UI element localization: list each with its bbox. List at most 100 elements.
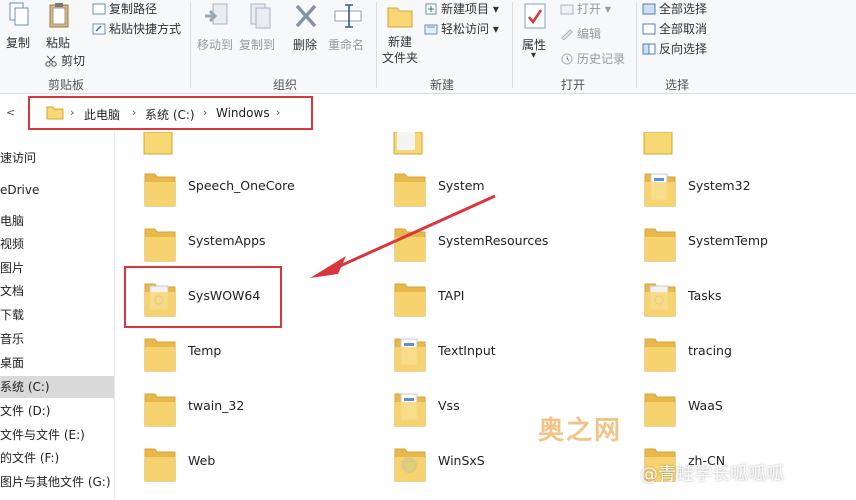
folder-item[interactable]: Tasks xyxy=(643,278,856,326)
folder-icon xyxy=(643,333,677,377)
copy-icon xyxy=(9,2,29,26)
new-group-label: 新建 xyxy=(429,78,454,92)
folder-icon xyxy=(393,132,423,155)
clipboard-icon xyxy=(49,3,69,28)
folder-label: TextInput xyxy=(438,343,496,358)
chevron-down-icon: ▾ xyxy=(604,2,611,16)
syswow64-highlight-box xyxy=(124,266,282,328)
open-button[interactable]: 打开 ▾ xyxy=(560,0,611,17)
folder-icon xyxy=(143,223,177,267)
invert-selection-button[interactable]: 反向选择 xyxy=(642,40,707,57)
copy-path-button[interactable]: 复制路径 xyxy=(92,0,157,17)
folder-label: SystemTemp xyxy=(688,233,768,248)
copy-to-icon xyxy=(250,3,271,29)
chevron-down-icon: ▾ xyxy=(492,2,499,16)
folder-icon xyxy=(393,333,427,377)
folder-icon xyxy=(643,132,673,155)
folder-icon xyxy=(643,278,677,322)
folder-item[interactable]: TextInput xyxy=(393,333,613,381)
folder-icon xyxy=(643,388,677,432)
watermark-author: @青蛙学长呱呱呱 xyxy=(640,464,784,485)
new-folder-button[interactable]: 新建 文件夹 xyxy=(382,2,418,65)
folder-item[interactable]: tracing xyxy=(643,333,856,381)
folder-label: Temp xyxy=(188,343,222,358)
back-arrow-icon[interactable]: < xyxy=(6,106,15,119)
paste-shortcut-button[interactable]: 粘贴快捷方式 xyxy=(92,20,181,37)
nav-item-videos[interactable]: 视频 xyxy=(0,233,114,255)
move-to-button[interactable]: 移动到 xyxy=(197,2,237,52)
new-item-button[interactable]: 新建项目 ▾ xyxy=(424,0,499,17)
paste-button[interactable]: 粘贴 xyxy=(44,2,74,50)
folder-item[interactable]: Temp xyxy=(143,333,363,381)
select-none-icon xyxy=(642,23,656,35)
folder-label: SystemApps xyxy=(188,233,266,248)
folder-item[interactable]: WinSxS xyxy=(393,443,613,491)
nav-item-onedrive[interactable]: eDrive xyxy=(0,179,114,201)
history-icon xyxy=(561,53,573,65)
folder-icon xyxy=(143,443,177,487)
nav-item-pictures[interactable]: 图片 xyxy=(0,257,114,279)
scissors-icon xyxy=(45,55,57,67)
nav-item-drive-e[interactable]: 文件与文件 (E:) xyxy=(0,424,114,446)
folder-icon xyxy=(143,168,177,212)
path-icon xyxy=(92,3,106,15)
cut-button[interactable]: 剪切 xyxy=(44,52,85,69)
edit-button[interactable]: 编辑 xyxy=(560,25,601,42)
nav-item-drive-f[interactable]: 的文件 (F:) xyxy=(0,447,114,469)
copy-to-button[interactable]: 复制到 xyxy=(239,2,279,52)
nav-item-drive-d[interactable]: 文件 (D:) xyxy=(0,400,114,422)
new-folder-icon xyxy=(387,7,413,28)
properties-button[interactable]: 属性 ▾ xyxy=(518,2,552,61)
nav-item-downloads[interactable]: 下载 xyxy=(0,304,114,326)
chevron-down-icon: ▾ xyxy=(492,22,499,36)
folder-item[interactable]: Web xyxy=(143,443,363,491)
folder-label: WinSxS xyxy=(438,453,485,468)
new-item-icon xyxy=(425,3,437,15)
nav-item-documents[interactable]: 文档 xyxy=(0,280,114,302)
folder-label: Vss xyxy=(438,398,460,413)
history-button[interactable]: 历史记录 xyxy=(560,50,625,67)
address-highlight-box xyxy=(28,96,313,130)
rename-icon xyxy=(334,4,362,28)
folder-icon xyxy=(143,132,173,155)
folder-label: tracing xyxy=(688,343,732,358)
select-all-button[interactable]: 全部选择 xyxy=(642,0,707,17)
folder-label: Speech_OneCore xyxy=(188,178,295,193)
nav-item-quick-access[interactable]: 速访问 xyxy=(0,147,114,169)
open-icon xyxy=(560,4,574,15)
nav-item-music[interactable]: 音乐 xyxy=(0,328,114,350)
folder-icon xyxy=(643,168,677,212)
folder-icon xyxy=(393,443,427,487)
ribbon: 复制 粘贴 复制路径 粘贴快捷方式 剪切 剪贴板 移动到 复制到 删除 重命名 … xyxy=(0,0,856,94)
copy-button[interactable]: 复制 xyxy=(4,2,34,50)
rename-button[interactable]: 重命名 xyxy=(328,2,368,52)
folder-item[interactable]: SystemTemp xyxy=(643,223,856,271)
nav-item-drive-c[interactable]: 系统 (C:) xyxy=(0,376,114,398)
nav-item-this-pc[interactable]: 电脑 xyxy=(0,210,114,232)
folder-label: Web xyxy=(188,453,216,468)
organize-group-label: 组织 xyxy=(272,78,297,92)
folder-item[interactable]: WaaS xyxy=(643,388,856,436)
folder-icon xyxy=(143,333,177,377)
delete-button[interactable]: 删除 xyxy=(291,2,321,52)
easy-access-icon xyxy=(424,24,438,35)
invert-selection-icon xyxy=(642,43,656,55)
nav-item-desktop[interactable]: 桌面 xyxy=(0,352,114,374)
folder-icon xyxy=(143,388,177,432)
select-none-button[interactable]: 全部取消 xyxy=(642,20,707,37)
folder-item[interactable]: twain_32 xyxy=(143,388,363,436)
move-to-icon xyxy=(205,3,228,25)
separator xyxy=(512,2,513,88)
separator xyxy=(376,2,377,88)
nav-item-drive-g[interactable]: 图片与其他文件 (G:) xyxy=(0,471,114,493)
folder-item[interactable]: System32 xyxy=(643,168,856,216)
folder-label: TAPI xyxy=(438,288,465,303)
x-icon xyxy=(295,4,317,28)
easy-access-button[interactable]: 轻松访问 ▾ xyxy=(424,20,499,37)
select-all-icon xyxy=(642,3,656,15)
pencil-icon xyxy=(561,29,573,40)
clipboard-group-label: 剪贴板 xyxy=(47,78,84,92)
chevron-down-icon: ▾ xyxy=(531,50,537,61)
folder-label: WaaS xyxy=(688,398,723,413)
open-group-label: 打开 xyxy=(560,78,585,92)
